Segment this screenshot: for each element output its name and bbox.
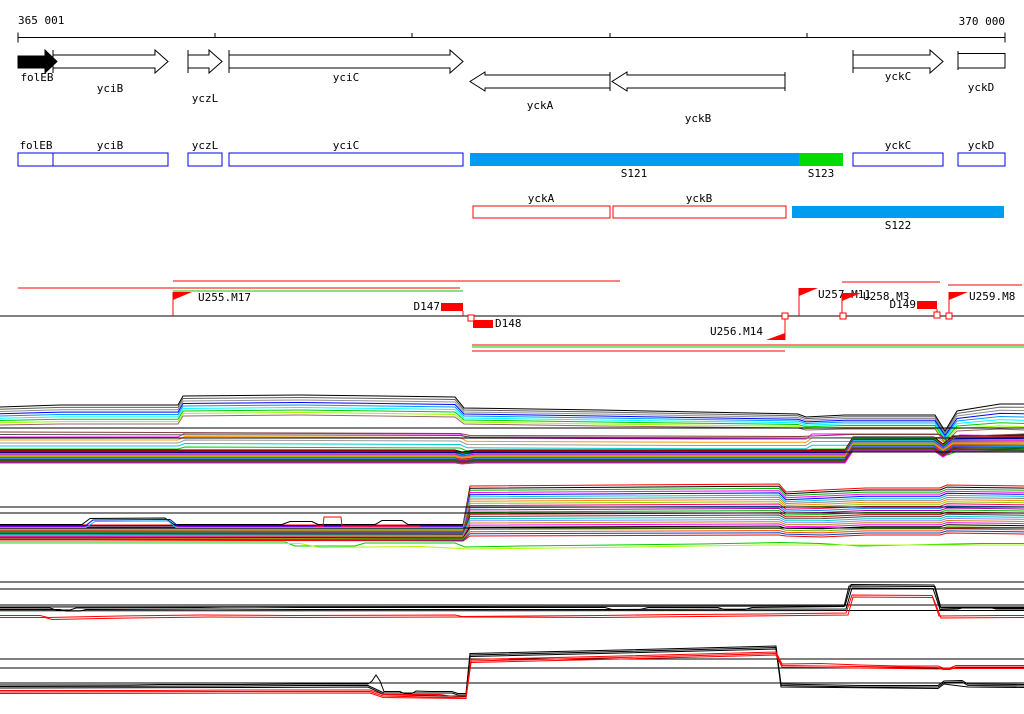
gene-label: yciC bbox=[333, 71, 360, 84]
gene-label: yciB bbox=[97, 82, 124, 95]
segment-label: yckA bbox=[528, 192, 555, 205]
gene-arrow-yciC[interactable] bbox=[228, 48, 464, 75]
segment-label: yczL bbox=[192, 139, 219, 152]
segment-box[interactable] bbox=[187, 152, 223, 167]
gene-arrow-yckA[interactable] bbox=[469, 71, 611, 92]
up-shift-flag-icon[interactable] bbox=[173, 292, 192, 300]
down-shift-box-icon[interactable] bbox=[473, 320, 493, 328]
ruler-start-label: 365 001 bbox=[18, 14, 64, 27]
expression-profile-line bbox=[0, 648, 1024, 698]
marker-square-icon[interactable] bbox=[945, 312, 953, 320]
down-shift-box-icon[interactable] bbox=[917, 301, 937, 309]
segment-box[interactable] bbox=[472, 205, 611, 219]
segment-box[interactable] bbox=[957, 152, 1006, 167]
marker-square-icon[interactable] bbox=[467, 314, 475, 322]
expression-profile-line bbox=[0, 541, 1024, 548]
segment-box[interactable] bbox=[852, 152, 944, 167]
down-shift-box-icon[interactable] bbox=[441, 303, 463, 311]
marker-square-icon[interactable] bbox=[781, 312, 789, 320]
shift-marker-label: D147 bbox=[414, 300, 441, 313]
shift-marker-label: U259.M8 bbox=[969, 290, 1015, 303]
ruler-end-label: 370 000 bbox=[959, 15, 1005, 28]
gene-label: folEB bbox=[20, 71, 53, 84]
gene-arrow-folEB[interactable] bbox=[17, 48, 58, 75]
segment-label: yckB bbox=[686, 192, 713, 205]
segment-label: yckD bbox=[968, 139, 995, 152]
gene-arrow-yciB[interactable] bbox=[52, 48, 169, 75]
segment-bar[interactable] bbox=[792, 206, 1004, 218]
expression-profile-line bbox=[0, 517, 463, 525]
segment-box[interactable] bbox=[612, 205, 787, 219]
segment-label: S123 bbox=[808, 167, 835, 180]
gene-arrow-yckD[interactable] bbox=[957, 51, 1006, 70]
gene-label: yckD bbox=[968, 81, 995, 94]
segment-bar[interactable] bbox=[470, 153, 799, 166]
browser-canvas: 365 001 370 000 folEB yciB yczL yciC yckA yck… bbox=[0, 14, 1024, 700]
shift-marker-label: D149 bbox=[890, 298, 917, 311]
segment-label: yciB bbox=[97, 139, 124, 152]
gene-arrow-yczL[interactable] bbox=[187, 48, 223, 75]
shift-marker-label: D148 bbox=[495, 317, 522, 330]
gene-label: yckA bbox=[527, 99, 554, 112]
segment-label: folEB bbox=[19, 139, 52, 152]
shift-marker-label: U256.M14 bbox=[710, 325, 763, 338]
segment-label: yckC bbox=[885, 139, 912, 152]
marker-square-icon[interactable] bbox=[839, 312, 847, 320]
segment-box[interactable] bbox=[17, 152, 169, 167]
segment-label: S122 bbox=[885, 219, 912, 232]
down-shift-flag-icon[interactable] bbox=[766, 333, 785, 340]
up-shift-flag-icon[interactable] bbox=[799, 288, 818, 296]
gene-label: yckC bbox=[885, 70, 912, 83]
shift-marker-label: U255.M17 bbox=[198, 291, 251, 304]
segment-label: yciC bbox=[333, 139, 360, 152]
gene-label: yckB bbox=[685, 112, 712, 125]
genome-browser: 365 001 370 000 folEB yciB yczL yciC yckA yck… bbox=[0, 0, 1024, 714]
up-shift-flag-icon[interactable] bbox=[949, 292, 968, 300]
marker-square-icon[interactable] bbox=[933, 311, 941, 319]
gene-arrow-yckB[interactable] bbox=[611, 71, 786, 92]
segment-box[interactable] bbox=[228, 152, 464, 167]
segment-bar[interactable] bbox=[799, 153, 843, 166]
gene-label: yczL bbox=[192, 92, 219, 105]
segment-label: S121 bbox=[621, 167, 648, 180]
